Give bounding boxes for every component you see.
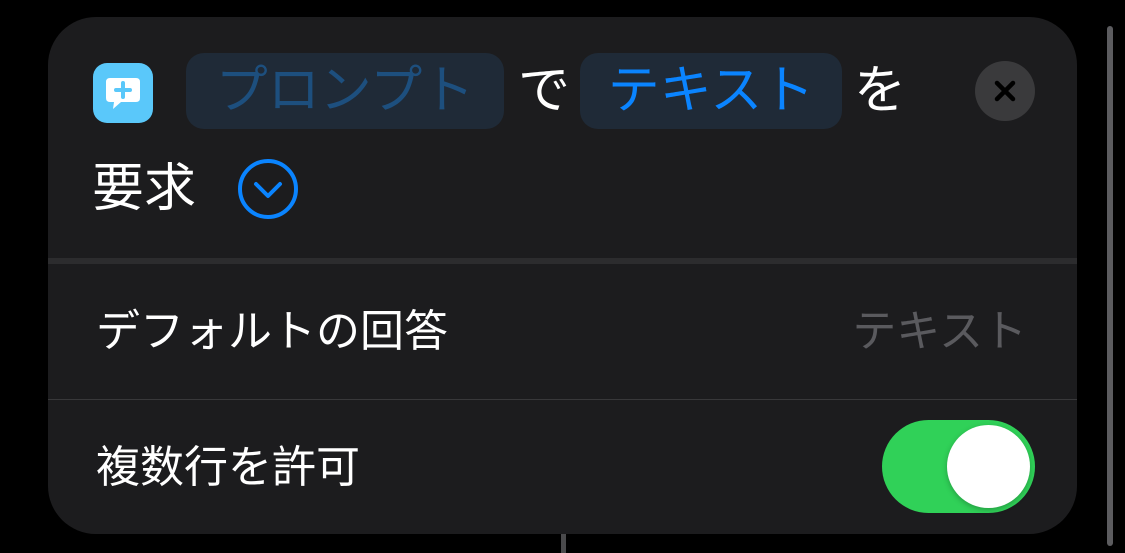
default-answer-row[interactable]: デフォルトの回答 テキスト: [48, 264, 1077, 399]
shortcuts-editor: プロンプト で テキスト を 要求 デフォルトの回答 テキスト 複数行を許可: [0, 0, 1125, 553]
default-answer-field[interactable]: テキスト: [852, 264, 1027, 399]
action-connector-line: [561, 534, 566, 553]
input-type-token[interactable]: テキスト: [580, 53, 842, 129]
action-header: プロンプト で テキスト を 要求: [48, 17, 1077, 258]
action-text-request: 要求: [92, 159, 197, 219]
toggle-knob[interactable]: [947, 425, 1030, 508]
allow-multiline-row: 複数行を許可: [48, 400, 1077, 534]
prompt-parameter-token[interactable]: プロンプト: [186, 53, 504, 129]
message-plus-icon: [93, 63, 153, 123]
action-text-wo: を: [854, 61, 907, 121]
close-icon[interactable]: [975, 61, 1035, 121]
allow-multiline-label: 複数行を許可: [96, 442, 360, 493]
scrollbar[interactable]: [1107, 26, 1113, 546]
default-answer-label: デフォルトの回答: [96, 306, 448, 357]
ask-for-input-action-card: プロンプト で テキスト を 要求 デフォルトの回答 テキスト 複数行を許可: [48, 17, 1077, 534]
allow-multiline-toggle[interactable]: [882, 420, 1035, 513]
action-text-de: で: [518, 61, 571, 121]
chevron-down-circle-icon[interactable]: [237, 158, 299, 220]
